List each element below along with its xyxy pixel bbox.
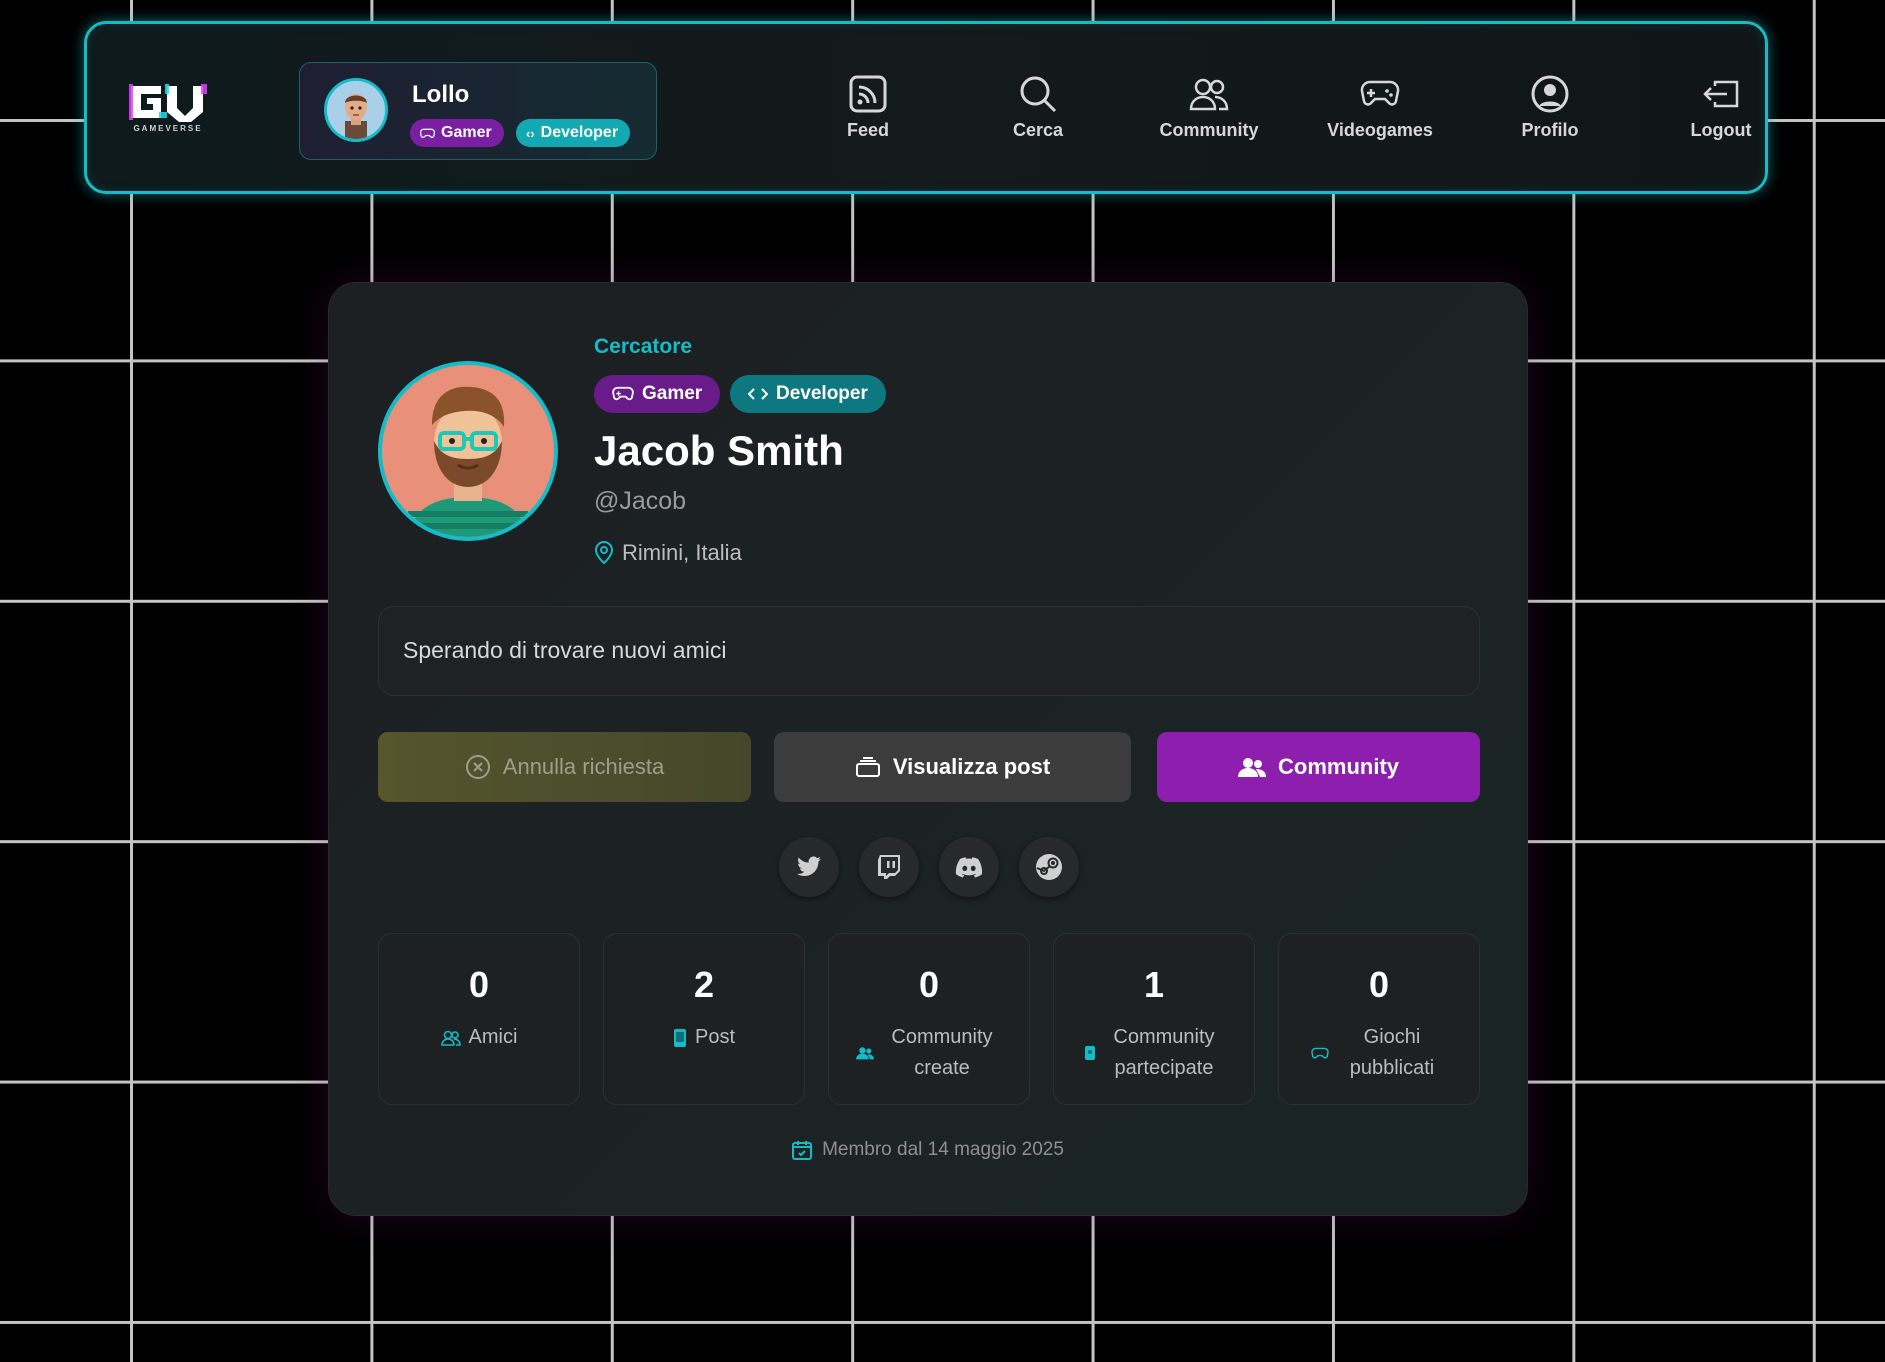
current-user-name: Lollo bbox=[412, 81, 470, 108]
stat-value: 0 bbox=[468, 964, 490, 1005]
stat-label: Post bbox=[694, 1026, 736, 1048]
profile-handle: @Jacob bbox=[594, 487, 687, 515]
x-circle-icon bbox=[465, 755, 490, 779]
badge-developer-label: Developer bbox=[540, 124, 619, 141]
community-button[interactable]: Community bbox=[1157, 732, 1480, 802]
profile-name: Jacob Smith bbox=[594, 427, 844, 474]
rss-icon bbox=[808, 72, 928, 116]
badge-gamer-label: Gamer bbox=[441, 124, 492, 141]
profile-card: Cercatore Gamer Developer Jacob Smith @J… bbox=[328, 282, 1528, 1216]
gameverse-logo[interactable]: GAMEVERSE bbox=[129, 82, 207, 133]
stat-label: Community partecipate bbox=[1113, 1026, 1215, 1079]
stat-label-row: Community partecipate bbox=[1054, 1022, 1254, 1084]
search-icon bbox=[978, 72, 1098, 116]
profile-location: Rimini, Italia bbox=[594, 540, 742, 566]
file-icon bbox=[673, 1028, 686, 1047]
badge-gamer: Gamer bbox=[594, 375, 721, 413]
view-posts-button[interactable]: Visualizza post bbox=[774, 732, 1131, 802]
code-icon: ‹› bbox=[526, 125, 535, 141]
calendar-icon bbox=[792, 1141, 813, 1160]
stat-friends[interactable]: 0 Amici bbox=[378, 933, 580, 1105]
stat-games-published[interactable]: 0 Giochi pubblicati bbox=[1278, 933, 1480, 1105]
top-navbar: GAMEVERSE Lollo Gamer ‹› Developer Feed … bbox=[84, 21, 1768, 194]
member-since: Membro dal 14 maggio 2025 bbox=[329, 1139, 1527, 1161]
users-icon bbox=[856, 1047, 874, 1060]
twitch-link[interactable] bbox=[859, 837, 919, 897]
discord-icon bbox=[955, 857, 983, 878]
view-posts-label: Visualizza post bbox=[892, 754, 1051, 779]
stat-label-row: Giochi pubblicati bbox=[1279, 1022, 1479, 1084]
profile-role: Cercatore bbox=[594, 335, 693, 358]
stat-value: 1 bbox=[1143, 964, 1165, 1005]
users-icon bbox=[1149, 72, 1269, 116]
badge-developer-label: Developer bbox=[776, 383, 868, 404]
profile-bio: Sperando di trovare nuovi amici bbox=[378, 606, 1480, 696]
logo-subtitle: GAMEVERSE bbox=[133, 124, 203, 133]
nav-item-label: Videogames bbox=[1327, 120, 1433, 140]
twitter-link[interactable] bbox=[779, 837, 839, 897]
location-text: Rimini, Italia bbox=[622, 540, 742, 565]
social-links bbox=[779, 837, 1079, 897]
badge-developer: Developer bbox=[730, 375, 886, 413]
cancel-request-label: Annulla richiesta bbox=[502, 754, 665, 779]
user-circle-icon bbox=[1490, 72, 1610, 116]
users-icon bbox=[440, 1030, 461, 1046]
code-icon bbox=[748, 388, 768, 400]
nav-item-community[interactable]: Community bbox=[1149, 72, 1269, 141]
nav-item-feed[interactable]: Feed bbox=[808, 72, 928, 141]
badge-gamer: Gamer bbox=[410, 119, 504, 147]
stat-label: Community create bbox=[891, 1026, 993, 1079]
twitter-icon bbox=[797, 856, 821, 876]
stat-communities-joined[interactable]: 1 Community partecipate bbox=[1053, 933, 1255, 1105]
nav-item-label: Cerca bbox=[1012, 120, 1064, 140]
steam-icon bbox=[1036, 854, 1062, 880]
community-button-label: Community bbox=[1278, 754, 1399, 779]
steam-link[interactable] bbox=[1019, 837, 1079, 897]
current-user-avatar bbox=[324, 78, 388, 142]
gamepad-icon bbox=[420, 128, 435, 138]
nav-item-cerca[interactable]: Cerca bbox=[978, 72, 1098, 141]
cancel-request-button[interactable]: Annulla richiesta bbox=[378, 732, 751, 802]
layers-icon bbox=[855, 757, 880, 777]
member-since-text: Membro dal 14 maggio 2025 bbox=[822, 1139, 1064, 1160]
twitch-icon bbox=[878, 855, 900, 879]
stat-posts[interactable]: 2 Post bbox=[603, 933, 805, 1105]
gamepad-icon bbox=[1320, 72, 1440, 116]
stat-label-row: Post bbox=[604, 1022, 804, 1053]
stat-label-row: Amici bbox=[379, 1022, 579, 1053]
stat-label: Amici bbox=[468, 1026, 518, 1048]
stat-label: Giochi pubblicati bbox=[1349, 1026, 1435, 1079]
nav-item-logout[interactable]: Logout bbox=[1661, 72, 1781, 141]
gamepad-icon bbox=[1311, 1047, 1329, 1058]
nav-item-profilo[interactable]: Profilo bbox=[1490, 72, 1610, 141]
nav-item-label: Logout bbox=[1690, 120, 1752, 140]
stat-label-row: Community create bbox=[829, 1022, 1029, 1084]
badge-developer: ‹› Developer bbox=[516, 119, 631, 147]
profile-avatar bbox=[378, 361, 558, 541]
map-pin-icon bbox=[594, 541, 614, 565]
stat-communities-created[interactable]: 0 Community create bbox=[828, 933, 1030, 1105]
logout-icon bbox=[1661, 72, 1781, 116]
gamepad-icon bbox=[612, 386, 634, 401]
logo-mark bbox=[129, 84, 207, 122]
badge-gamer-label: Gamer bbox=[642, 383, 703, 404]
stat-value: 0 bbox=[1368, 964, 1390, 1005]
nav-item-label: Profilo bbox=[1521, 120, 1579, 140]
stat-value: 2 bbox=[693, 964, 715, 1005]
id-badge-icon bbox=[1085, 1046, 1095, 1060]
current-user-card[interactable]: Lollo Gamer ‹› Developer bbox=[299, 62, 657, 160]
nav-item-label: Community bbox=[1159, 120, 1259, 140]
nav-item-videogames[interactable]: Videogames bbox=[1320, 72, 1440, 141]
nav-item-label: Feed bbox=[846, 120, 889, 140]
stat-value: 0 bbox=[918, 964, 940, 1005]
users-icon bbox=[1238, 758, 1266, 777]
discord-link[interactable] bbox=[939, 837, 999, 897]
